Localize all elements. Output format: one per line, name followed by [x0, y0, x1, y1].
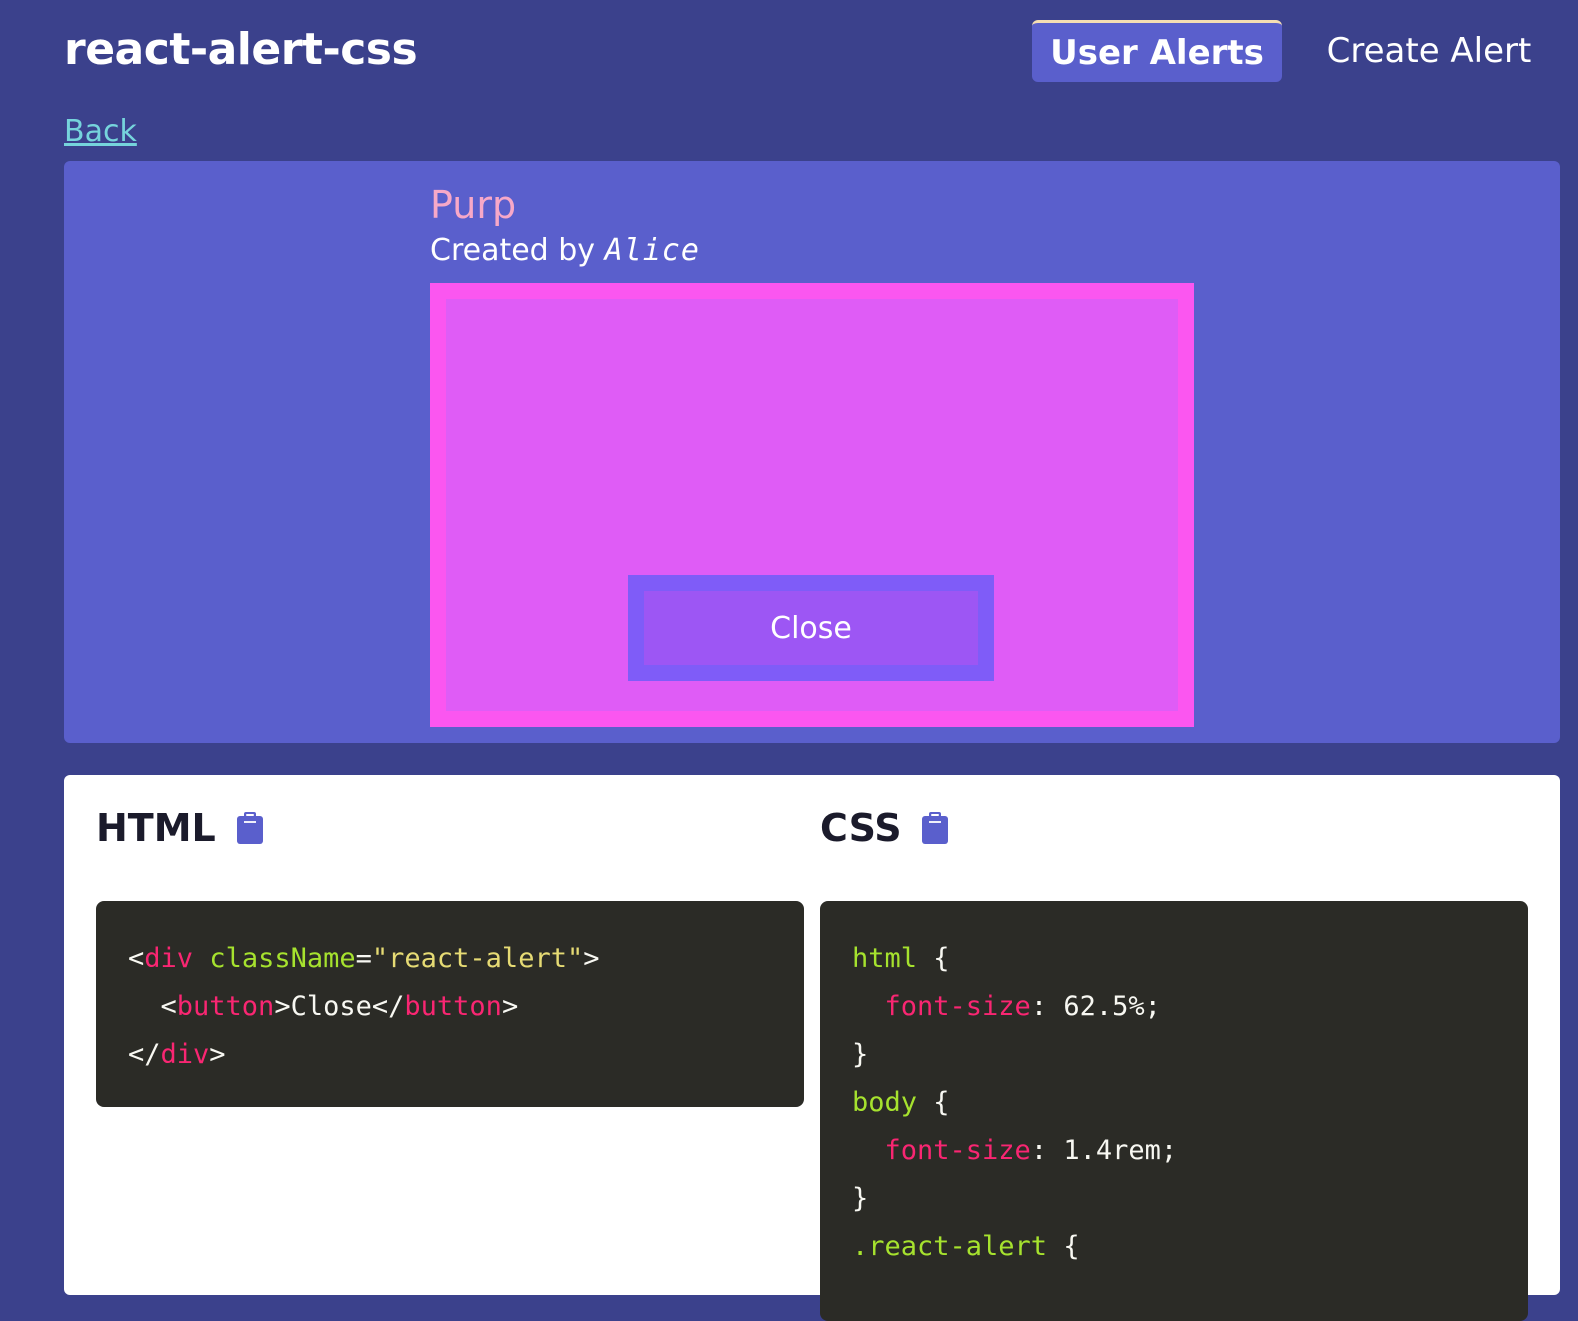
css-heading: CSS	[820, 806, 902, 850]
code-line: body {	[852, 1087, 950, 1118]
back-link[interactable]: Back	[64, 112, 137, 152]
code-line: font-size: 1.4rem;	[884, 1135, 1178, 1166]
code-line: <div className="react-alert">	[128, 943, 600, 974]
code-line: }	[852, 1039, 869, 1070]
code-panel: HTML CSS <div className="react-alert"> <…	[64, 775, 1560, 1321]
app-title: react-alert-css	[64, 24, 418, 75]
alert-name: Purp	[430, 183, 517, 227]
created-by-line: Created by Alice	[430, 231, 700, 271]
css-code-block: html { font-size: 62.5%; } body { font-s…	[820, 901, 1528, 1321]
nav-create-alert-tab[interactable]: Create Alert	[1318, 20, 1540, 82]
html-heading: HTML	[96, 806, 216, 850]
code-line: <button>Close</button>	[160, 991, 519, 1022]
created-by-prefix: Created by	[430, 233, 596, 268]
code-line: .react-alert {	[852, 1231, 1080, 1262]
nav-user-alerts-tab[interactable]: User Alerts	[1032, 20, 1282, 82]
alert-close-button[interactable]: Close	[628, 575, 994, 681]
code-line: }	[852, 1183, 869, 1214]
clipboard-icon[interactable]	[922, 812, 948, 844]
code-line: font-size: 62.5%;	[884, 991, 1161, 1022]
html-code-block: <div className="react-alert"> <button>Cl…	[96, 901, 804, 1107]
code-line: </div>	[128, 1039, 226, 1070]
alert-preview-panel: Purp Created by Alice Close	[64, 161, 1560, 743]
clipboard-icon[interactable]	[237, 812, 263, 844]
code-line: html {	[852, 943, 950, 974]
alert-preview-box: Close	[430, 283, 1194, 727]
author-name: Alice	[604, 233, 700, 268]
